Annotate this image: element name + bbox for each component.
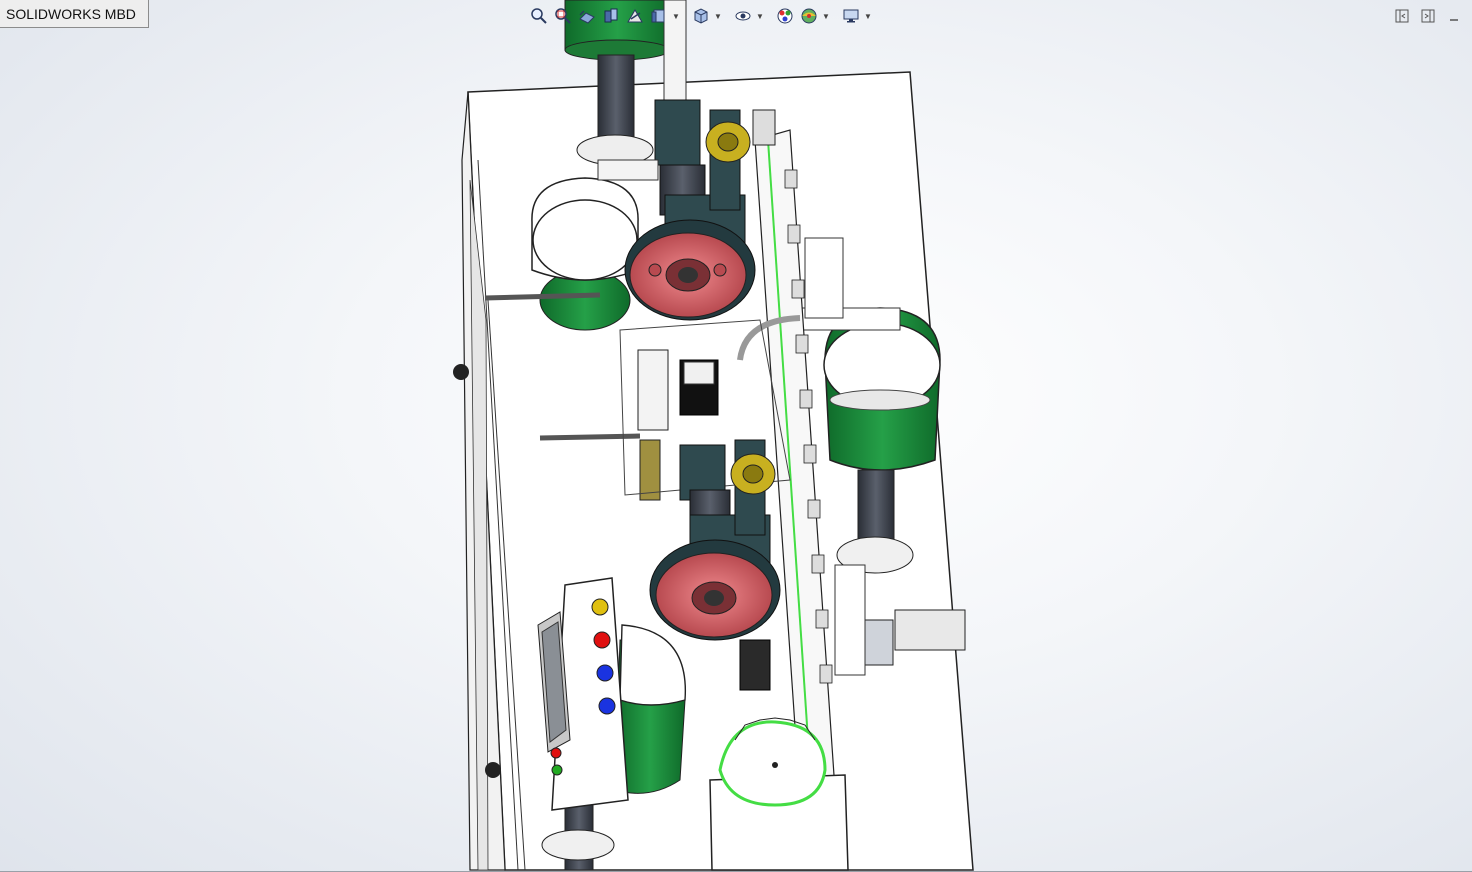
tile-right-icon[interactable] xyxy=(1420,8,1436,24)
dynamic-annotation-icon[interactable] xyxy=(624,5,646,27)
apply-scene-icon[interactable] xyxy=(798,5,820,27)
heads-up-view-toolbar: ▼ ▼ ▼ ▼ ▼ xyxy=(528,4,872,28)
graphics-viewport[interactable] xyxy=(0,0,1472,872)
edit-appearance-icon[interactable] xyxy=(774,5,796,27)
zoom-to-area-icon[interactable] xyxy=(552,5,574,27)
display-style-icon[interactable] xyxy=(690,5,712,27)
view-orientation-dropdown[interactable]: ▼ xyxy=(672,5,680,27)
hide-show-items-icon[interactable] xyxy=(732,5,754,27)
previous-view-icon[interactable] xyxy=(576,5,598,27)
apply-scene-dropdown[interactable]: ▼ xyxy=(822,5,830,27)
hide-show-items-dropdown[interactable]: ▼ xyxy=(756,5,764,27)
zoom-to-fit-icon[interactable] xyxy=(528,5,550,27)
upper-pulley xyxy=(624,219,756,321)
display-style-dropdown[interactable]: ▼ xyxy=(714,5,722,27)
minimize-icon[interactable] xyxy=(1446,8,1462,24)
upper-left-bowl xyxy=(531,177,639,331)
mbd-tab[interactable]: SOLIDWORKS MBD xyxy=(0,0,149,28)
view-settings-dropdown[interactable]: ▼ xyxy=(864,5,872,27)
window-controls xyxy=(1394,8,1462,24)
view-settings-icon[interactable] xyxy=(840,5,862,27)
tile-left-icon[interactable] xyxy=(1394,8,1410,24)
view-orientation-icon[interactable] xyxy=(648,5,670,27)
section-view-icon[interactable] xyxy=(600,5,622,27)
